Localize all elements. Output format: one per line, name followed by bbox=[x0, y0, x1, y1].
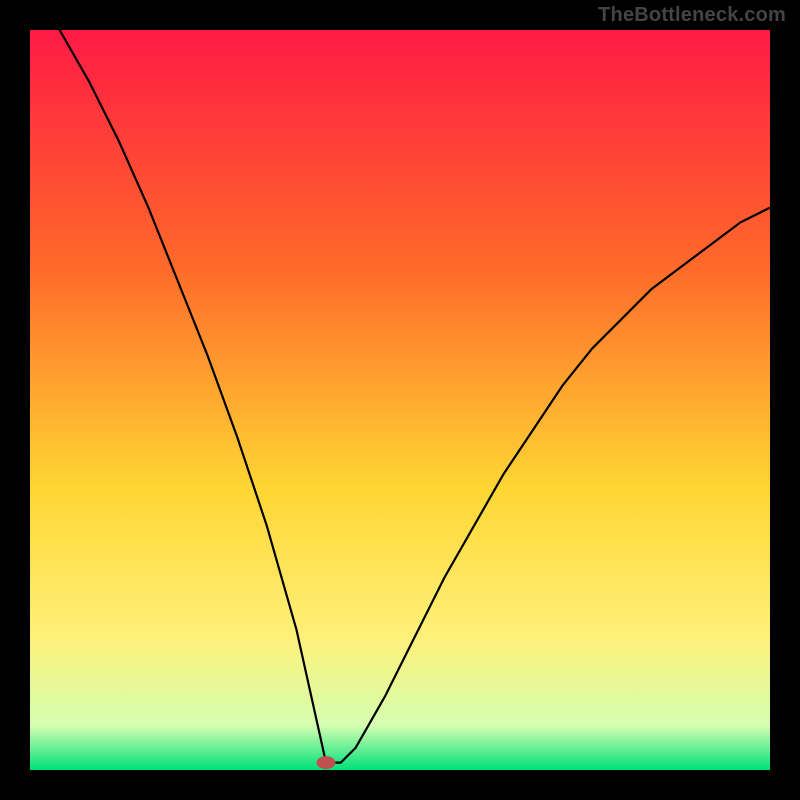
plot-svg bbox=[30, 30, 770, 770]
minimum-marker bbox=[317, 757, 335, 769]
chart-frame: TheBottleneck.com bbox=[0, 0, 800, 800]
gradient-bg bbox=[30, 30, 770, 770]
watermark-text: TheBottleneck.com bbox=[598, 4, 786, 27]
plot-area bbox=[30, 30, 770, 770]
